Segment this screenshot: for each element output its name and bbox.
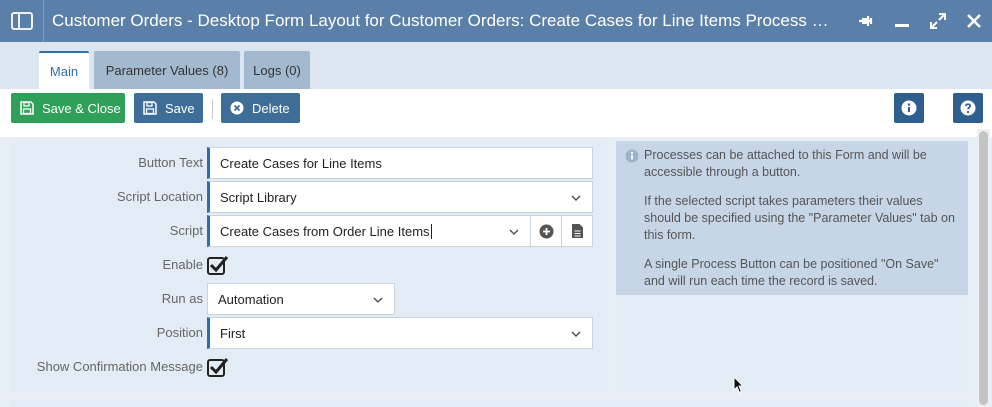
chevron-down-icon bbox=[373, 297, 383, 304]
button-text-row: Button Text Create Cases for Line Items bbox=[11, 147, 608, 179]
toolbar: Save & Close Save Delete bbox=[0, 89, 992, 137]
script-select[interactable]: Create Cases from Order Line Items bbox=[207, 215, 593, 247]
position-value: First bbox=[220, 325, 246, 341]
delete-button[interactable]: Delete bbox=[221, 93, 300, 123]
save-and-close-label: Save & Close bbox=[42, 100, 121, 116]
help-icon bbox=[960, 100, 976, 116]
run-as-row: Run as Automation bbox=[11, 283, 608, 315]
pin-icon[interactable] bbox=[848, 0, 884, 42]
enable-row: Enable bbox=[11, 249, 608, 281]
panel-layout-icon[interactable] bbox=[0, 0, 44, 42]
vertical-scrollbar[interactable] bbox=[977, 129, 990, 407]
info-panel: Processes can be attached to this Form a… bbox=[616, 141, 968, 392]
toolbar-divider bbox=[212, 99, 213, 119]
delete-label: Delete bbox=[252, 100, 290, 116]
script-location-label: Script Location bbox=[117, 189, 203, 204]
save-icon bbox=[143, 101, 157, 115]
info-box: Processes can be attached to this Form a… bbox=[616, 141, 968, 295]
checkbox-checked-icon bbox=[207, 256, 229, 275]
info-icon bbox=[901, 100, 917, 116]
chevron-down-icon bbox=[571, 331, 581, 338]
button-text-input[interactable]: Create Cases for Line Items bbox=[207, 147, 593, 179]
script-label: Script bbox=[169, 223, 203, 238]
mouse-cursor-icon bbox=[733, 376, 745, 394]
position-row: Position First bbox=[11, 317, 608, 349]
enable-checkbox[interactable] bbox=[207, 255, 229, 275]
button-text-label: Button Text bbox=[138, 155, 203, 170]
run-as-label: Run as bbox=[161, 291, 203, 306]
minimize-icon[interactable] bbox=[884, 0, 920, 42]
tab-parameter-values[interactable]: Parameter Values (8) bbox=[94, 51, 240, 89]
add-script-button[interactable] bbox=[530, 215, 561, 247]
save-button[interactable]: Save bbox=[134, 93, 203, 123]
tab-logs[interactable]: Logs (0) bbox=[244, 51, 310, 89]
plus-circle-icon bbox=[539, 224, 553, 238]
position-label: Position bbox=[156, 325, 203, 340]
text-caret bbox=[430, 223, 432, 239]
script-location-row: Script Location Script Library bbox=[11, 181, 608, 213]
info-circle-icon bbox=[625, 149, 639, 163]
script-location-select[interactable]: Script Library bbox=[207, 181, 593, 213]
show-confirmation-label: Show Confirmation Message bbox=[36, 359, 203, 374]
document-icon bbox=[571, 224, 583, 238]
close-icon[interactable] bbox=[956, 0, 992, 42]
show-confirmation-checkbox[interactable] bbox=[207, 357, 229, 377]
script-location-value: Script Library bbox=[220, 189, 297, 205]
window-titlebar: Customer Orders - Desktop Form Layout fo… bbox=[0, 0, 992, 42]
save-label: Save bbox=[165, 100, 195, 116]
chevron-down-icon bbox=[509, 229, 519, 236]
view-script-button[interactable] bbox=[561, 215, 592, 247]
run-as-select[interactable]: Automation bbox=[207, 283, 395, 315]
tab-main[interactable]: Main bbox=[39, 51, 89, 89]
maximize-icon[interactable] bbox=[920, 0, 956, 42]
next-section-edge bbox=[11, 400, 968, 407]
chevron-down-icon bbox=[571, 195, 581, 202]
position-select[interactable]: First bbox=[207, 317, 593, 349]
info-paragraph-1: Processes can be attached to this Form a… bbox=[644, 148, 927, 179]
tab-bar: Main Parameter Values (8) Logs (0) bbox=[0, 42, 992, 89]
delete-circle-icon bbox=[230, 101, 244, 115]
save-and-close-button[interactable]: Save & Close bbox=[11, 93, 125, 123]
button-text-value: Create Cases for Line Items bbox=[220, 155, 382, 171]
checkbox-checked-icon bbox=[207, 358, 229, 377]
form-panel: Button Text Create Cases for Line Items … bbox=[11, 141, 608, 392]
enable-label: Enable bbox=[162, 257, 203, 272]
window-title: Customer Orders - Desktop Form Layout fo… bbox=[52, 11, 834, 30]
info-paragraph-3: A single Process Button can be positione… bbox=[644, 257, 939, 288]
run-as-value: Automation bbox=[218, 291, 284, 307]
save-icon bbox=[20, 101, 34, 115]
script-row: Script Create Cases from Order Line Item… bbox=[11, 215, 608, 247]
help-button[interactable] bbox=[953, 93, 983, 123]
script-value: Create Cases from Order Line Items bbox=[220, 223, 430, 239]
show-confirmation-row: Show Confirmation Message bbox=[11, 351, 608, 383]
info-paragraph-2: If the selected script takes parameters … bbox=[644, 194, 955, 242]
info-button[interactable] bbox=[894, 93, 924, 123]
scrollbar-thumb[interactable] bbox=[979, 131, 988, 405]
